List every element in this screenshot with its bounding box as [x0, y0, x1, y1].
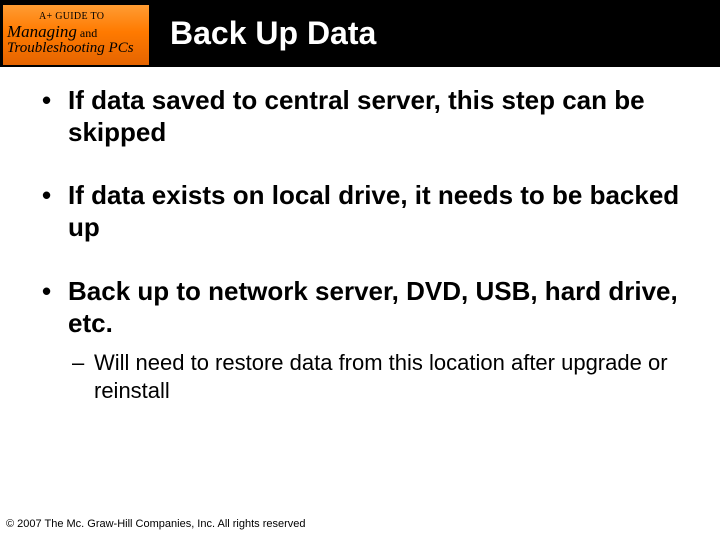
logo-line-mid: Managing and [7, 23, 149, 41]
bullet-item: If data saved to central server, this st… [30, 85, 690, 148]
logo-managing: Managing [7, 22, 77, 41]
logo-line-top: A+ GUIDE TO [7, 12, 149, 23]
logo-and: and [77, 26, 97, 40]
bullet-text: Back up to network server, DVD, USB, har… [68, 276, 678, 338]
bullet-text: If data saved to central server, this st… [68, 85, 645, 147]
bullet-item: Back up to network server, DVD, USB, har… [30, 276, 690, 404]
title-bar: A+ GUIDE TO Managing and Troubleshooting… [0, 0, 720, 67]
slide: A+ GUIDE TO Managing and Troubleshooting… [0, 0, 720, 540]
bullet-list: If data saved to central server, this st… [30, 85, 690, 404]
logo-line-bot: Troubleshooting PCs [7, 41, 149, 57]
slide-content: If data saved to central server, this st… [0, 67, 720, 404]
sub-bullet-text: Will need to restore data from this loca… [94, 350, 668, 403]
slide-title: Back Up Data [170, 15, 376, 52]
sub-bullet-list: Will need to restore data from this loca… [68, 349, 690, 404]
copyright-footer: © 2007 The Mc. Graw-Hill Companies, Inc.… [6, 518, 306, 530]
bullet-item: If data exists on local drive, it needs … [30, 180, 690, 243]
sub-bullet-item: Will need to restore data from this loca… [68, 349, 690, 404]
book-logo: A+ GUIDE TO Managing and Troubleshooting… [2, 4, 150, 66]
bullet-text: If data exists on local drive, it needs … [68, 180, 679, 242]
